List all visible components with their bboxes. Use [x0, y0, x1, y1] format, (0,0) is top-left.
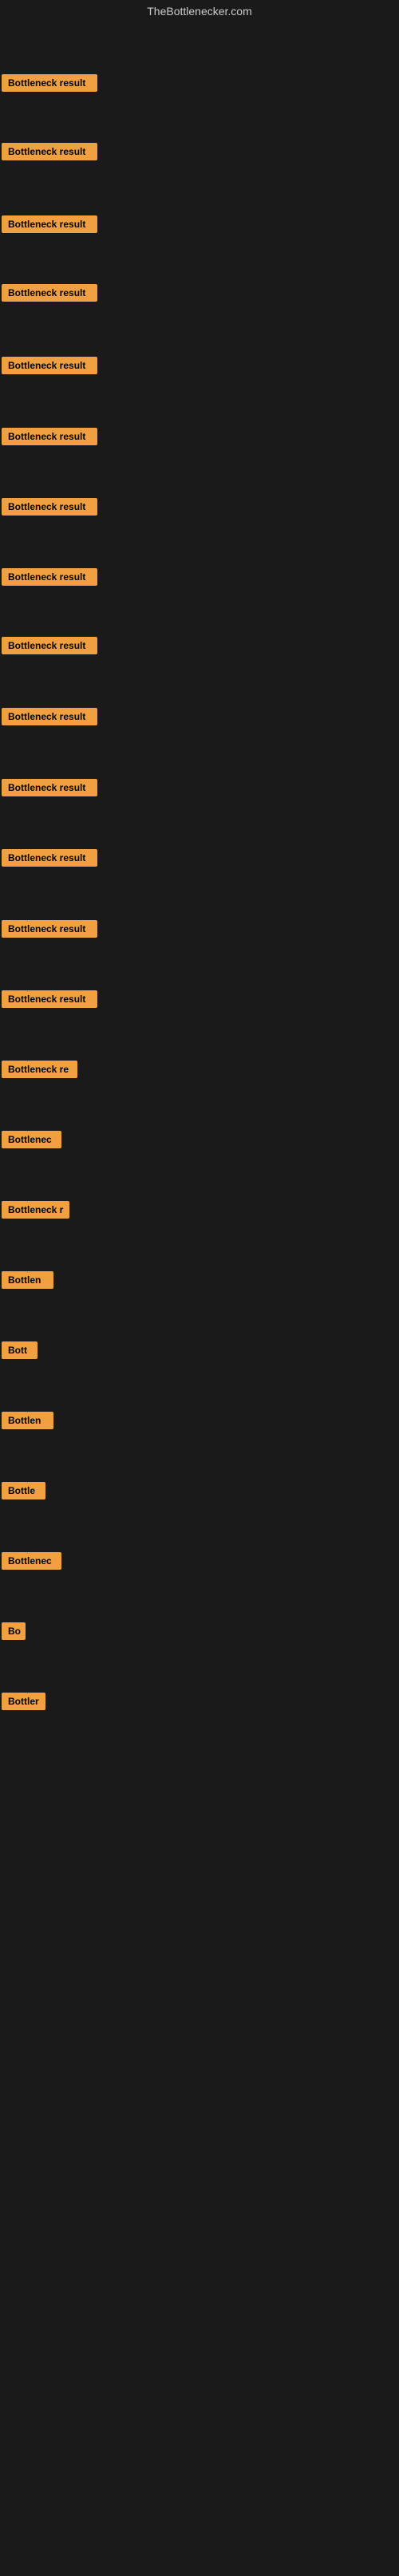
- bottleneck-badge[interactable]: Bottler: [2, 1693, 45, 1710]
- bottleneck-item: Bottleneck result: [2, 350, 97, 385]
- bottleneck-badge[interactable]: Bottleneck result: [2, 74, 97, 92]
- bottleneck-item: Bottlenec: [2, 1546, 61, 1580]
- bottleneck-item: Bottleneck result: [2, 278, 97, 312]
- bottleneck-item: Bottleneck result: [2, 630, 97, 665]
- bottleneck-item: Bo: [2, 1616, 26, 1650]
- bottleneck-badge[interactable]: Bottleneck result: [2, 498, 97, 516]
- bottleneck-badge[interactable]: Bottleneck result: [2, 990, 97, 1008]
- bottleneck-item: Bottleneck result: [2, 914, 97, 948]
- items-container: Bottleneck result Bottleneck result Bottle…: [0, 22, 399, 2576]
- bottleneck-badge[interactable]: Bottleneck r: [2, 1201, 69, 1219]
- bottleneck-badge[interactable]: Bottlenec: [2, 1552, 61, 1570]
- bottleneck-item: Bottler: [2, 1686, 45, 1721]
- bottleneck-item: Bottleneck result: [2, 772, 97, 807]
- bottleneck-item: Bottleneck re: [2, 1054, 77, 1088]
- bottleneck-item: Bottleneck result: [2, 562, 97, 596]
- bottleneck-item: Bottleneck result: [2, 701, 97, 736]
- bottleneck-item: Bottleneck result: [2, 984, 97, 1018]
- bottleneck-badge[interactable]: Bottleneck result: [2, 143, 97, 160]
- bottleneck-badge[interactable]: Bottleneck result: [2, 920, 97, 938]
- bottleneck-badge[interactable]: Bottleneck result: [2, 428, 97, 445]
- bottleneck-badge[interactable]: Bott: [2, 1341, 38, 1359]
- bottleneck-badge[interactable]: Bottleneck result: [2, 849, 97, 867]
- bottleneck-item: Bott: [2, 1335, 38, 1369]
- bottleneck-badge[interactable]: Bottleneck re: [2, 1061, 77, 1078]
- bottleneck-badge[interactable]: Bottlen: [2, 1271, 53, 1289]
- bottleneck-item: Bottleneck result: [2, 421, 97, 456]
- bottleneck-item: Bottlenec: [2, 1124, 61, 1159]
- bottleneck-badge[interactable]: Bo: [2, 1622, 26, 1640]
- bottleneck-badge[interactable]: Bottleneck result: [2, 637, 97, 654]
- bottleneck-badge[interactable]: Bottleneck result: [2, 779, 97, 796]
- bottleneck-item: Bottleneck result: [2, 136, 97, 171]
- bottleneck-badge[interactable]: Bottle: [2, 1482, 45, 1499]
- bottleneck-item: Bottleneck result: [2, 492, 97, 526]
- bottleneck-item: Bottleneck r: [2, 1195, 69, 1229]
- bottleneck-badge[interactable]: Bottleneck result: [2, 708, 97, 725]
- bottleneck-badge[interactable]: Bottleneck result: [2, 284, 97, 302]
- bottleneck-item: Bottleneck result: [2, 68, 97, 102]
- bottleneck-badge[interactable]: Bottlenec: [2, 1131, 61, 1148]
- bottleneck-item: Bottlen: [2, 1265, 53, 1299]
- bottleneck-item: Bottleneck result: [2, 843, 97, 877]
- bottleneck-badge[interactable]: Bottlen: [2, 1412, 53, 1429]
- bottleneck-item: Bottlen: [2, 1405, 53, 1440]
- site-title: TheBottlenecker.com: [0, 0, 399, 22]
- bottleneck-badge[interactable]: Bottleneck result: [2, 357, 97, 374]
- bottleneck-item: Bottleneck result: [2, 209, 97, 243]
- bottleneck-item: Bottle: [2, 1476, 45, 1510]
- bottleneck-badge[interactable]: Bottleneck result: [2, 215, 97, 233]
- bottleneck-badge[interactable]: Bottleneck result: [2, 568, 97, 586]
